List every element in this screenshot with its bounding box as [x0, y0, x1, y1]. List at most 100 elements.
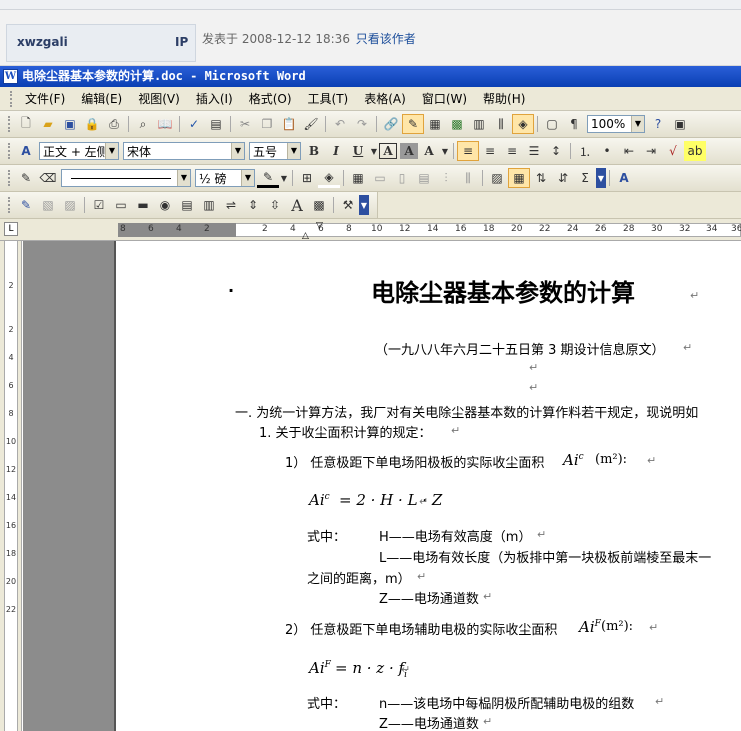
- help-icon[interactable]: ?: [647, 114, 669, 134]
- checkbox-control-icon[interactable]: ☑: [88, 195, 110, 215]
- chevron-down-icon[interactable]: ▼: [231, 143, 244, 159]
- scrollbar-control-icon[interactable]: ⇳: [264, 195, 286, 215]
- hyperlink-icon[interactable]: 🔗: [380, 114, 402, 134]
- char-scale-button[interactable]: A: [418, 141, 440, 161]
- listbox-icon[interactable]: ▤: [176, 195, 198, 215]
- chevron-down-icon[interactable]: ▼: [631, 116, 644, 132]
- highlight-icon[interactable]: ab: [684, 141, 706, 161]
- view-code-icon[interactable]: ▨: [59, 195, 81, 215]
- textbox-control-icon[interactable]: ▭: [110, 195, 132, 215]
- combobox-icon[interactable]: ▥: [198, 195, 220, 215]
- border-color-dropdown-icon[interactable]: ▼: [279, 168, 289, 188]
- new-icon[interactable]: 🗋: [15, 114, 37, 134]
- username-link[interactable]: xwzgali: [17, 35, 68, 49]
- menu-insert[interactable]: 插入(I): [188, 90, 241, 107]
- show-hide-icon[interactable]: ¶: [563, 114, 585, 134]
- research-icon[interactable]: 📖: [154, 114, 176, 134]
- outside-border-icon[interactable]: ⊞: [296, 168, 318, 188]
- style-select[interactable]: 正文 + 左侧 ▼: [39, 142, 119, 160]
- align-left-icon[interactable]: ≡: [457, 141, 479, 161]
- styles-formatting-icon[interactable]: A: [15, 141, 37, 161]
- command-button-icon[interactable]: ▬: [132, 195, 154, 215]
- menu-window[interactable]: 窗口(W): [414, 90, 475, 107]
- more-controls-icon[interactable]: ⚒: [337, 195, 359, 215]
- insert-table-dropdown-icon[interactable]: ▦: [347, 168, 369, 188]
- toolbar-grip[interactable]: [8, 143, 11, 159]
- open-icon[interactable]: ▰: [37, 114, 59, 134]
- permission-icon[interactable]: 🔒: [81, 114, 103, 134]
- font-select[interactable]: 宋体 ▼: [123, 142, 245, 160]
- option-button-icon[interactable]: ◉: [154, 195, 176, 215]
- horizontal-ruler[interactable]: L 8 6 4 2 2 4 6 8 10 12 14 16 18 20 22 2…: [0, 219, 741, 241]
- chevron-down-icon[interactable]: ▼: [241, 170, 254, 186]
- menu-grip[interactable]: [10, 90, 13, 107]
- italic-button[interactable]: I: [325, 141, 347, 161]
- tab-selector[interactable]: L: [4, 222, 18, 236]
- toolbar-options-icon[interactable]: ▼: [596, 168, 606, 188]
- word-title-bar[interactable]: W 电除尘器基本参数的计算.doc - Microsoft Word: [0, 66, 741, 87]
- drawing-icon[interactable]: ⫼: [490, 114, 512, 134]
- split-cells-icon[interactable]: ▯: [391, 168, 413, 188]
- underline-dropdown-icon[interactable]: ▼: [369, 141, 379, 161]
- menu-edit[interactable]: 编辑(E): [73, 90, 130, 107]
- tables-borders-icon[interactable]: ✎: [402, 114, 424, 134]
- menu-file[interactable]: 文件(F): [17, 90, 73, 107]
- chevron-down-icon[interactable]: ▼: [287, 143, 300, 159]
- font-size-select[interactable]: 五号 ▼: [249, 142, 301, 160]
- image-control-icon[interactable]: ▩: [308, 195, 330, 215]
- bold-button[interactable]: B: [303, 141, 325, 161]
- properties-icon[interactable]: ▧: [37, 195, 59, 215]
- phonetic-guide-icon[interactable]: √: [662, 141, 684, 161]
- line-spacing-icon[interactable]: ↕: [545, 141, 567, 161]
- increase-indent-icon[interactable]: ⇥: [640, 141, 662, 161]
- eraser-icon[interactable]: ⌫: [37, 168, 59, 188]
- bullets-icon[interactable]: •: [596, 141, 618, 161]
- menu-tools[interactable]: 工具(T): [300, 90, 357, 107]
- read-mode-icon[interactable]: ▣: [669, 114, 691, 134]
- char-scale-dropdown-icon[interactable]: ▼: [440, 141, 450, 161]
- menu-help[interactable]: 帮助(H): [475, 90, 533, 107]
- read-icon[interactable]: ▢: [541, 114, 563, 134]
- zoom-select[interactable]: 100% ▼: [587, 115, 645, 133]
- insert-table-icon[interactable]: ▦: [424, 114, 446, 134]
- document-map-icon[interactable]: ◈: [512, 114, 534, 134]
- chevron-down-icon[interactable]: ▼: [177, 170, 190, 186]
- left-indent-marker[interactable]: △: [302, 231, 309, 241]
- char-shade-button[interactable]: A: [400, 143, 418, 159]
- vertical-ruler[interactable]: 2 2 4 6 8 10 12 14 16 18 20 22: [0, 241, 22, 731]
- first-line-indent-marker[interactable]: ▽: [316, 221, 323, 231]
- spelling-icon[interactable]: ✓: [183, 114, 205, 134]
- copy-icon[interactable]: ❐: [256, 114, 278, 134]
- design-mode-icon[interactable]: ✎: [15, 195, 37, 215]
- line-style-select[interactable]: ▼: [61, 169, 191, 187]
- menu-format[interactable]: 格式(O): [241, 90, 300, 107]
- paste-icon[interactable]: 📋: [278, 114, 300, 134]
- toggle-button-icon[interactable]: ⇌: [220, 195, 242, 215]
- label-control-icon[interactable]: A: [286, 195, 308, 215]
- border-color-icon[interactable]: ✎: [257, 168, 279, 188]
- text-direction-icon[interactable]: A: [613, 168, 635, 188]
- underline-button[interactable]: U: [347, 141, 369, 161]
- menu-table[interactable]: 表格(A): [356, 90, 414, 107]
- justify-icon[interactable]: ☰: [523, 141, 545, 161]
- format-painter-icon[interactable]: 🖌: [300, 114, 322, 134]
- toolbar-grip[interactable]: [8, 197, 11, 213]
- line-weight-select[interactable]: ½ 磅 ▼: [195, 169, 255, 187]
- toolbar-options-icon[interactable]: ▼: [359, 195, 369, 215]
- numbering-icon[interactable]: ⒈: [574, 141, 596, 161]
- word-app-icon[interactable]: W: [3, 69, 18, 84]
- cut-icon[interactable]: ✂: [234, 114, 256, 134]
- merge-cells-icon[interactable]: ▭: [369, 168, 391, 188]
- shading-color-icon[interactable]: ◈: [318, 168, 340, 188]
- only-author-link[interactable]: 只看该作者: [356, 32, 416, 46]
- align-cell-icon[interactable]: ▤: [413, 168, 435, 188]
- redo-icon[interactable]: ↷: [351, 114, 373, 134]
- spin-button-icon[interactable]: ⇕: [242, 195, 264, 215]
- autosum-icon[interactable]: Σ: [574, 168, 596, 188]
- save-icon[interactable]: ▣: [59, 114, 81, 134]
- align-center-icon[interactable]: ≡: [479, 141, 501, 161]
- align-right-icon[interactable]: ≡: [501, 141, 523, 161]
- insert-excel-icon[interactable]: ▩: [446, 114, 468, 134]
- chevron-down-icon[interactable]: ▼: [105, 143, 118, 159]
- print-preview-icon[interactable]: ⌕: [132, 114, 154, 134]
